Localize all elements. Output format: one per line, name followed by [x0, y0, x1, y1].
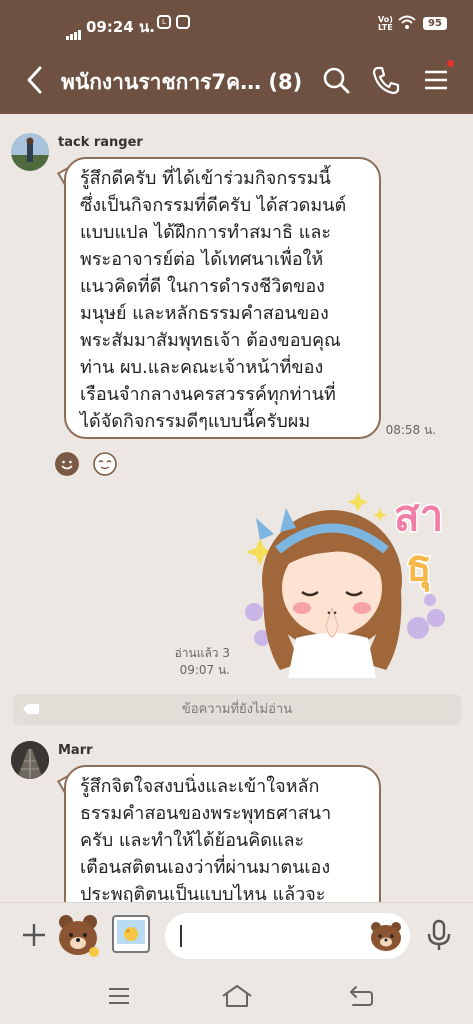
avatar[interactable]: [11, 741, 49, 779]
svg-text:สา: สา: [394, 491, 443, 540]
avatar[interactable]: [11, 133, 49, 171]
member-count: (8): [268, 70, 303, 94]
unread-divider: ข้อความที่ยังไม่อ่าน: [13, 694, 461, 725]
battery-indicator: 95: [423, 17, 447, 30]
unread-label: ข้อความที่ยังไม่อ่าน: [181, 702, 293, 717]
message-time: 08:58 น.: [385, 423, 436, 437]
system-nav-bar: [0, 969, 473, 1024]
read-count: อ่านแล้ว 3: [174, 646, 230, 660]
group-name: พนักงานราชการ7ค…: [61, 70, 262, 94]
plus-icon[interactable]: [20, 921, 48, 949]
search-icon[interactable]: [320, 64, 352, 96]
message-text: รู้สึกจิตใจสงบนิ่งและเข้าใจหลัก ธรรมคำสอ…: [80, 776, 332, 905]
svg-text:ธุ: ธุ: [406, 541, 432, 592]
phone-icon[interactable]: [370, 64, 402, 96]
signal-icon: [66, 22, 82, 40]
tag-icon: [23, 704, 39, 714]
sender-name: tack ranger: [58, 135, 143, 150]
menu-icon[interactable]: [420, 64, 452, 96]
chat-header: พนักงานราชการ7ค… (8): [0, 46, 473, 114]
recent-apps-icon[interactable]: [106, 985, 132, 1007]
message-text: รู้สึกดีครับ ที่ได้เข้าร่วมกิจกรรมนี้ ซึ…: [80, 168, 347, 432]
smile-reaction-icon[interactable]: [55, 452, 79, 476]
read-receipt: อ่านแล้ว 3 09:07 น.: [150, 645, 230, 679]
sadhu-sticker[interactable]: สา ธุ: [240, 488, 465, 678]
brown-emoji-icon[interactable]: [368, 918, 404, 954]
message-time: 09:07 น.: [179, 663, 230, 677]
line-notification-icon: L: [157, 15, 171, 29]
status-time: 09:24 น.: [86, 18, 155, 36]
message-bubble[interactable]: รู้สึกดีครับ ที่ได้เข้าร่วมกิจกรรมนี้ ซึ…: [64, 157, 381, 439]
input-bar: [0, 902, 473, 970]
blush-reaction-icon[interactable]: [93, 452, 117, 476]
message-bubble[interactable]: รู้สึกจิตใจสงบนิ่งและเข้าใจหลัก ธรรมคำสอ…: [64, 765, 381, 925]
brown-sticker-icon[interactable]: [56, 912, 102, 958]
volte-icon: Vo) LTE: [378, 15, 393, 32]
instagram-notification-icon: [176, 15, 190, 29]
back-nav-icon[interactable]: [347, 985, 375, 1007]
photo-icon[interactable]: [110, 913, 152, 955]
wifi-icon: [398, 15, 416, 29]
status-bar: 09:24 น. L Vo) LTE 95: [0, 0, 473, 46]
text-caret: [180, 925, 182, 947]
chat-title[interactable]: พนักงานราชการ7ค… (8): [61, 66, 302, 99]
sender-name: Marr: [58, 743, 93, 758]
back-icon[interactable]: [22, 64, 50, 96]
home-icon[interactable]: [220, 983, 254, 1009]
mic-icon[interactable]: [424, 918, 454, 952]
notification-dot: [447, 60, 454, 67]
